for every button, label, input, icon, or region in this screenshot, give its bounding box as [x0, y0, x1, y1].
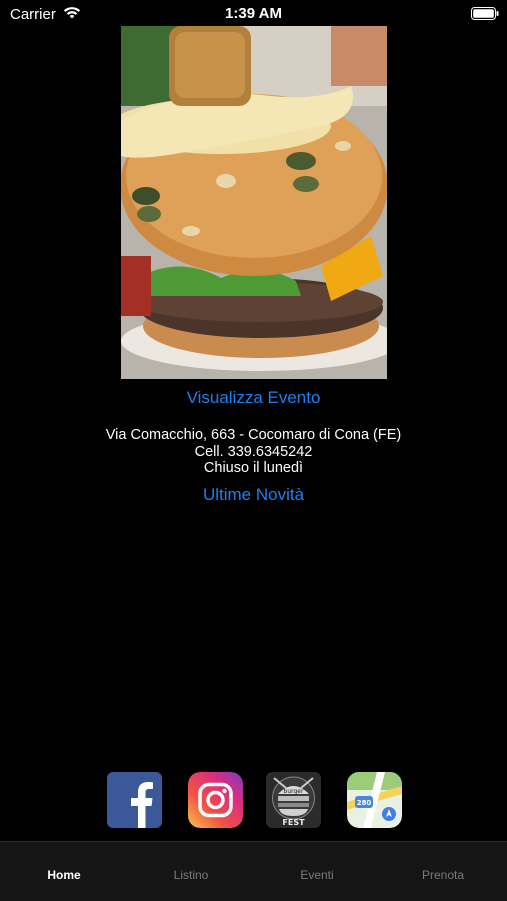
hero-burger-image [121, 26, 387, 379]
burger-fest-logo[interactable]: burger FEST [266, 772, 321, 828]
tab-prenota[interactable]: Prenota [380, 868, 506, 882]
tab-home[interactable]: Home [1, 868, 127, 882]
address-text: Via Comacchio, 663 - Cocomaro di Cona (F… [105, 427, 402, 443]
clock: 1:39 AM [225, 5, 282, 22]
burger-fest-top-text: burger [284, 788, 304, 795]
map-shield-text: 280 [357, 799, 372, 807]
social-icons-row: burger FEST 280 [0, 772, 507, 830]
burger-fest-label: FEST [282, 818, 305, 827]
latest-news-link[interactable]: Ultime Novità [0, 485, 507, 505]
facebook-icon[interactable] [107, 772, 162, 828]
tab-bar: Home Listino Eventi Prenota [0, 841, 507, 901]
tab-eventi[interactable]: Eventi [254, 868, 380, 882]
phone-text: Cell. 339.6345242 [194, 444, 313, 460]
view-event-link[interactable]: Visualizza Evento [0, 388, 507, 408]
tab-listino[interactable]: Listino [128, 868, 254, 882]
battery-icon [471, 7, 499, 20]
closing-day-text: Chiuso il lunedì [203, 460, 304, 476]
maps-icon[interactable]: 280 [347, 772, 402, 828]
instagram-icon[interactable] [188, 772, 243, 828]
burger-photo-icon [121, 26, 387, 379]
status-bar: Carrier 1:39 AM [0, 0, 507, 28]
